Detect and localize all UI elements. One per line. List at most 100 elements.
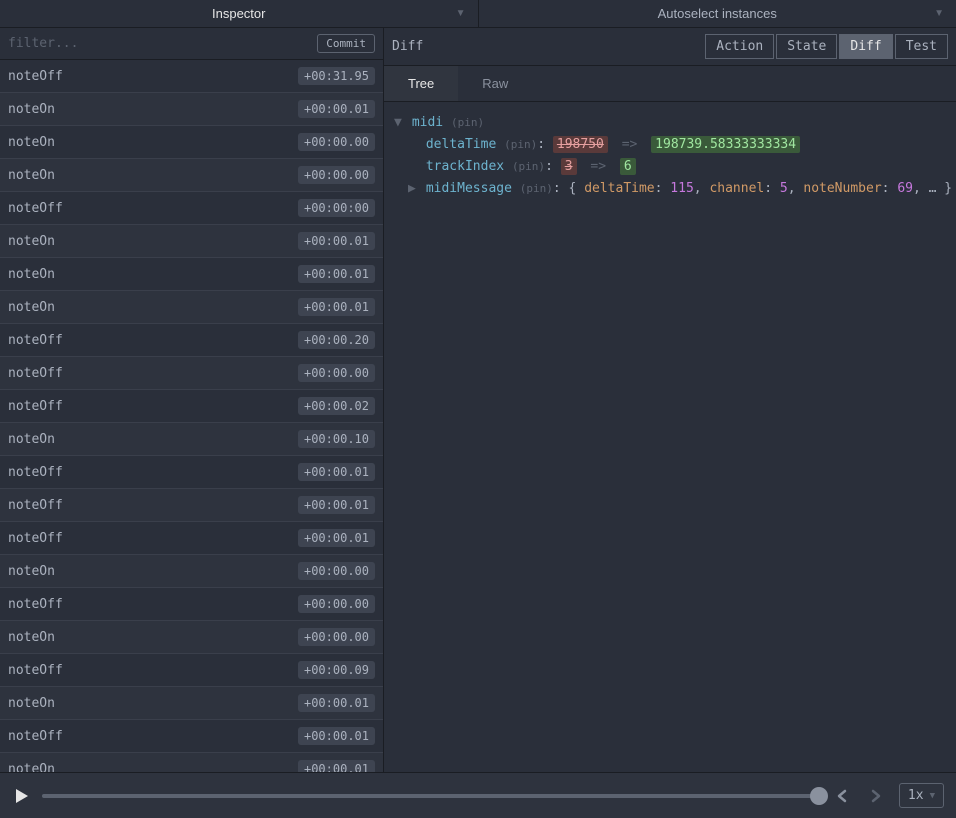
event-name: noteOff <box>8 597 63 612</box>
event-time: +00:00.01 <box>298 463 375 481</box>
event-name: noteOff <box>8 465 63 480</box>
slider-thumb[interactable] <box>810 787 828 805</box>
expand-arrow-icon[interactable]: ▶ <box>408 178 418 200</box>
diff-new-value: 6 <box>620 158 636 175</box>
view-tab-state[interactable]: State <box>776 34 837 59</box>
event-time: +00:31.95 <box>298 67 375 85</box>
tree-root[interactable]: ▼ midi (pin) <box>394 112 946 134</box>
chevron-down-icon: ▼ <box>930 791 935 801</box>
event-row[interactable]: noteOn+00:00.00 <box>0 621 383 654</box>
event-list[interactable]: noteOff +00:31.95 noteOn +00:00.01 noteOn +00… <box>0 60 383 772</box>
tree-key: midi <box>412 115 443 130</box>
tab-label: Autoselect instances <box>658 6 777 21</box>
tree-key: trackIndex <box>426 159 504 174</box>
event-name: noteOff <box>8 69 63 84</box>
pin-label[interactable]: (pin) <box>512 160 545 173</box>
view-tab-test[interactable]: Test <box>895 34 948 59</box>
event-time: +00:00.00 <box>298 562 375 580</box>
event-row[interactable]: noteOff+00:00.01 <box>0 522 383 555</box>
event-row[interactable]: noteOff+00:00.00 <box>0 357 383 390</box>
header-tabs: Inspector ▼ Autoselect instances ▼ <box>0 0 956 28</box>
event-row[interactable]: noteOn +00:00.00 <box>0 555 383 588</box>
event-row[interactable]: noteOn +00:00.00 <box>0 126 383 159</box>
event-name: noteOn <box>8 267 55 282</box>
tab-inspector[interactable]: Inspector ▼ <box>0 0 479 27</box>
event-time: +00:00.01 <box>298 100 375 118</box>
tree-line-midimessage[interactable]: ▶ midiMessage (pin): { deltaTime: 115, c… <box>394 178 946 200</box>
view-tabs: ActionStateDiffTest <box>705 34 948 59</box>
event-row[interactable]: noteOff +00:31.95 <box>0 60 383 93</box>
tree-line-deltatime[interactable]: deltaTime (pin): 198750 => 198739.583333… <box>394 134 946 156</box>
event-name: noteOn <box>8 102 55 117</box>
event-name: noteOn <box>8 762 55 773</box>
sub-tab-tree[interactable]: Tree <box>384 66 458 101</box>
tree-key: deltaTime <box>426 137 496 152</box>
view-tab-action[interactable]: Action <box>705 34 774 59</box>
event-time: +00:00.09 <box>298 661 375 679</box>
event-name: noteOn <box>8 432 55 447</box>
step-forward-button[interactable] <box>865 789 887 803</box>
event-time: +00:00.01 <box>298 232 375 250</box>
pin-label[interactable]: (pin) <box>504 138 537 151</box>
filter-row: Commit <box>0 28 383 60</box>
tab-label: Inspector <box>212 6 265 21</box>
event-time: +00:00.00 <box>298 133 375 151</box>
main-content: Commit noteOff+00:31.95noteOn+00:00.01no… <box>0 28 956 772</box>
view-tab-diff[interactable]: Diff <box>839 34 892 59</box>
tab-autoselect[interactable]: Autoselect instances ▼ <box>479 0 956 27</box>
event-row[interactable]: noteOff+00:00:00 <box>0 192 383 225</box>
event-name: noteOn <box>8 135 55 150</box>
event-row[interactable]: noteOn+00:00.01 <box>0 225 383 258</box>
event-row[interactable]: noteOn+00:00.01 <box>0 753 383 772</box>
event-time: +00:00.01 <box>298 496 375 514</box>
diff-old-value: 198750 <box>553 136 608 153</box>
event-row[interactable]: noteOn +00:00.10 <box>0 423 383 456</box>
event-row[interactable]: noteOff +00:00.01 <box>0 489 383 522</box>
timeline-slider[interactable] <box>42 794 819 798</box>
event-row[interactable]: noteOn +00:00.01 <box>0 93 383 126</box>
event-name: noteOff <box>8 663 63 678</box>
event-row[interactable]: noteOff +00:00.00 <box>0 588 383 621</box>
event-name: noteOff <box>8 498 63 513</box>
speed-select[interactable]: 1x ▼ <box>899 783 944 808</box>
event-row[interactable]: noteOff +00:00.02 <box>0 390 383 423</box>
diff-header: Diff ActionStateDiffTest <box>384 28 956 66</box>
event-row[interactable]: noteOn+00:00.01 <box>0 291 383 324</box>
event-row[interactable]: noteOff +00:00.09 <box>0 654 383 687</box>
event-row[interactable]: noteOn+00:00.01 <box>0 258 383 291</box>
play-button[interactable] <box>12 787 30 805</box>
event-row[interactable]: noteOn +00:00.00 <box>0 159 383 192</box>
sub-tab-raw[interactable]: Raw <box>458 66 532 101</box>
event-name: noteOn <box>8 630 55 645</box>
collapse-arrow-icon[interactable]: ▼ <box>394 112 404 134</box>
tree-line-trackindex[interactable]: trackIndex (pin): 3 => 6 <box>394 156 946 178</box>
pin-label[interactable]: (pin) <box>520 182 553 195</box>
commit-button[interactable]: Commit <box>317 34 375 53</box>
event-time: +00:00.00 <box>298 166 375 184</box>
event-row[interactable]: noteOn+00:00.01 <box>0 687 383 720</box>
event-name: noteOn <box>8 564 55 579</box>
event-time: +00:00.01 <box>298 727 375 745</box>
event-time: +00:00.10 <box>298 430 375 448</box>
chevron-down-icon[interactable]: ▼ <box>456 8 466 19</box>
event-time: +00:00.00 <box>298 595 375 613</box>
tree-content: ▼ midi (pin) deltaTime (pin): 198750 => … <box>384 102 956 772</box>
pin-label[interactable]: (pin) <box>451 116 484 129</box>
event-panel: Commit noteOff+00:31.95noteOn+00:00.01no… <box>0 28 384 772</box>
speed-value: 1x <box>908 788 924 803</box>
event-time: +00:00.00 <box>298 364 375 382</box>
event-name: noteOff <box>8 399 63 414</box>
player-bar: 1x ▼ <box>0 772 956 818</box>
filter-input[interactable] <box>8 36 309 51</box>
event-time: +00:00.02 <box>298 397 375 415</box>
event-name: noteOn <box>8 168 55 183</box>
event-row[interactable]: noteOff+00:00.20 <box>0 324 383 357</box>
event-row[interactable]: noteOff+00:00.01 <box>0 720 383 753</box>
diff-arrow-icon: => <box>590 159 606 174</box>
event-name: noteOff <box>8 333 63 348</box>
step-back-button[interactable] <box>831 789 853 803</box>
event-row[interactable]: noteOff +00:00.01 <box>0 456 383 489</box>
event-time: +00:00:00 <box>298 199 375 217</box>
chevron-down-icon[interactable]: ▼ <box>934 8 944 19</box>
diff-old-value: 3 <box>561 158 577 175</box>
